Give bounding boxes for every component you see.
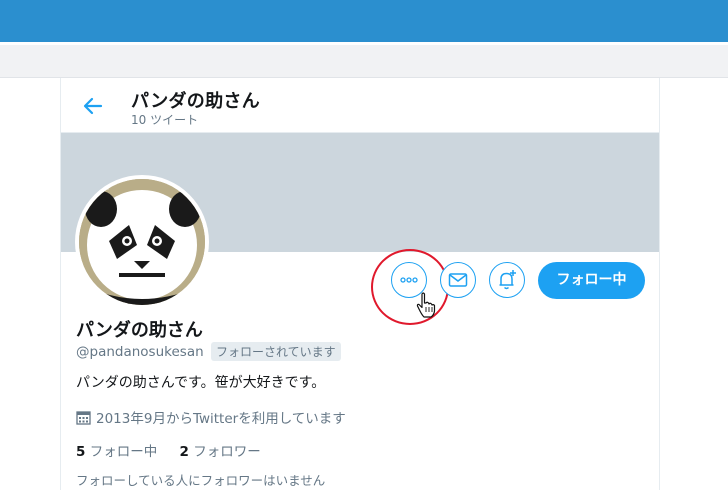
notify-button[interactable]: [489, 262, 525, 298]
avatar[interactable]: ター: [75, 175, 209, 309]
profile-handle: @pandanosukesan: [76, 344, 204, 360]
follow-stats: 5 フォロー中 2 フォロワー: [76, 440, 279, 460]
profile-bio: パンダの助さんです。笹が大好きです。: [76, 375, 326, 391]
following-button[interactable]: フォロー中: [538, 262, 645, 299]
page-title: パンダの助さん: [131, 91, 260, 112]
hand-cursor-icon: [416, 292, 436, 318]
joined-date: 2013年9月からTwitterを利用しています: [76, 407, 346, 427]
bell-plus-icon: [499, 270, 516, 290]
calendar-icon: [76, 411, 91, 425]
following-count: 5: [76, 444, 86, 460]
following-label: フォロー中: [89, 444, 158, 460]
left-gutter: [0, 78, 60, 490]
message-button[interactable]: [440, 262, 476, 298]
joined-text: 2013年9月からTwitterを利用しています: [96, 411, 346, 427]
panda-avatar-image: ター: [79, 179, 205, 305]
page-sub-bar: [0, 45, 728, 78]
arrow-left-icon: [83, 97, 103, 115]
followers-label: フォロワー: [193, 444, 261, 460]
mutual-followers-note: フォローしている人にフォロワーはいません: [76, 473, 326, 488]
follows-you-badge: フォローされています: [210, 342, 341, 361]
browser-top-bar: [0, 0, 728, 42]
handle-row: @pandanosukesan フォローされています: [76, 342, 341, 361]
profile-name: パンダの助さん: [76, 320, 203, 341]
followers-count: 2: [179, 444, 189, 460]
back-button[interactable]: [81, 94, 105, 118]
profile-header: パンダの助さん 10 ツイート: [61, 78, 659, 133]
followers-stat[interactable]: 2 フォロワー: [180, 440, 261, 460]
tweet-count: 10 ツイート: [131, 113, 199, 127]
profile-column: パンダの助さん 10 ツイート ター フォロー中 パンダの助さん @pandan…: [60, 78, 660, 490]
following-stat[interactable]: 5 フォロー中: [76, 440, 157, 460]
envelope-icon: [448, 273, 468, 287]
